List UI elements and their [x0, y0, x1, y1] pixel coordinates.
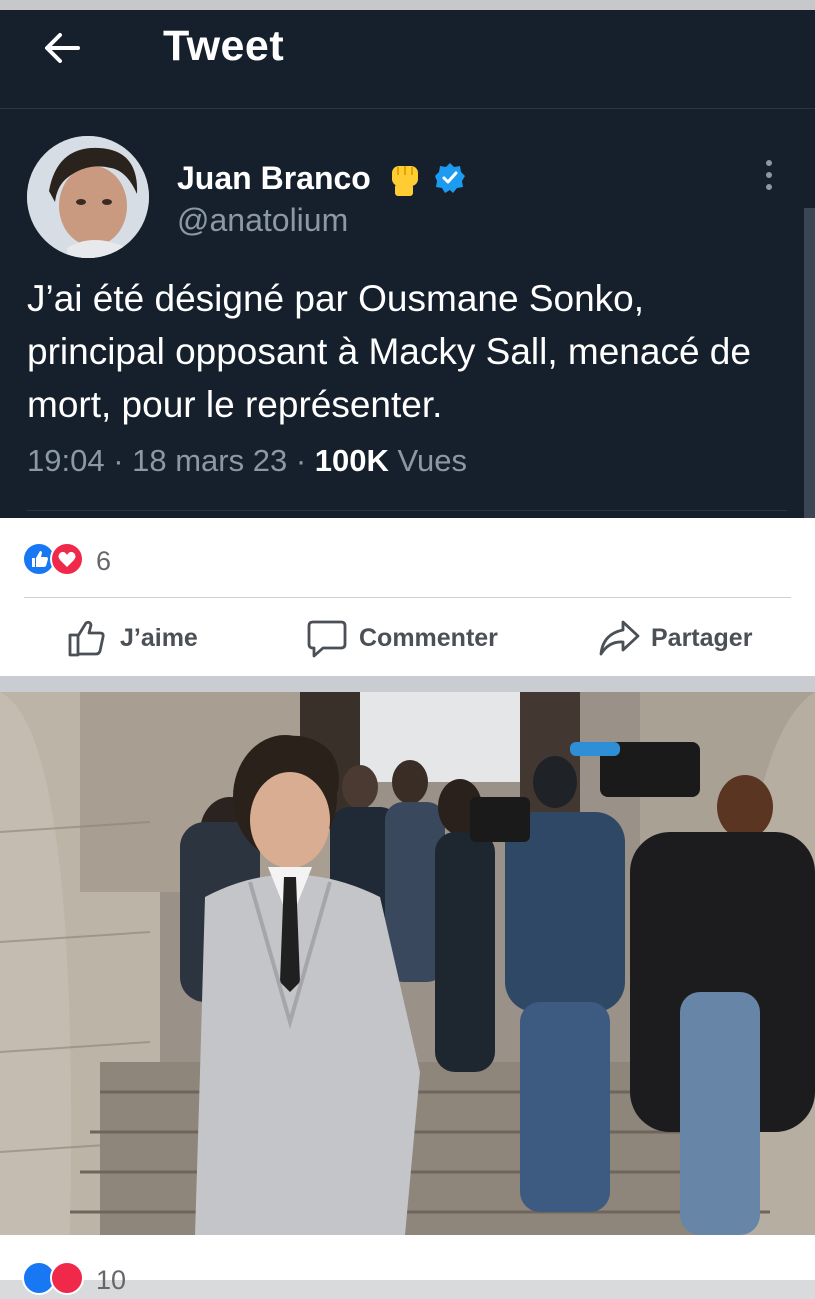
tweet-time: 19:04 [27, 443, 105, 478]
next-post-footer: 10 [0, 1235, 815, 1295]
more-vertical-icon[interactable] [758, 158, 780, 192]
meta-separator: · [104, 443, 133, 478]
like-label: J’aime [120, 623, 198, 652]
reaction-count: 10 [96, 1265, 127, 1295]
post-photo[interactable] [0, 692, 815, 1235]
love-reaction-icon [50, 1261, 84, 1295]
avatar[interactable] [27, 136, 149, 258]
tweet-screenshot: Tweet Juan Branco @anatolium J’ai été dé… [0, 10, 815, 518]
header-title: Tweet [163, 22, 285, 70]
author-handle[interactable]: @anatolium [177, 202, 348, 239]
thumbs-up-icon [68, 620, 105, 657]
comment-label: Commenter [359, 623, 498, 652]
reaction-count: 6 [96, 546, 112, 576]
top-strip [0, 0, 815, 10]
tweet-meta: 19:04 · 18 mars 23 · 100K Vues [27, 443, 467, 479]
views-label: Vues [388, 443, 468, 478]
scrollbar[interactable] [804, 208, 815, 518]
views-count: 100K [314, 443, 389, 478]
tweet-date: 18 mars 23 [132, 443, 288, 478]
share-arrow-icon [599, 620, 640, 656]
raised-fist-icon [392, 166, 418, 196]
share-label: Partager [651, 623, 753, 652]
divider [24, 597, 791, 598]
author-name[interactable]: Juan Branco [177, 160, 371, 197]
feed-separator [0, 676, 815, 692]
post-footer: 6 J’aime Commenter Partager [0, 518, 815, 676]
comment-button[interactable]: Commenter [305, 614, 498, 662]
tweet-text: J’ai été désigné par Ousmane Sonko, prin… [27, 278, 751, 425]
back-arrow-icon[interactable] [40, 26, 84, 70]
meta-separator: · [287, 443, 315, 478]
share-button[interactable]: Partager [597, 614, 752, 662]
comment-bubble-icon [307, 620, 347, 658]
tweet-header: Tweet [0, 10, 815, 109]
like-button[interactable]: J’aime [66, 614, 198, 662]
love-reaction-icon [50, 542, 84, 576]
verified-badge-icon [435, 163, 465, 193]
divider [27, 510, 787, 511]
